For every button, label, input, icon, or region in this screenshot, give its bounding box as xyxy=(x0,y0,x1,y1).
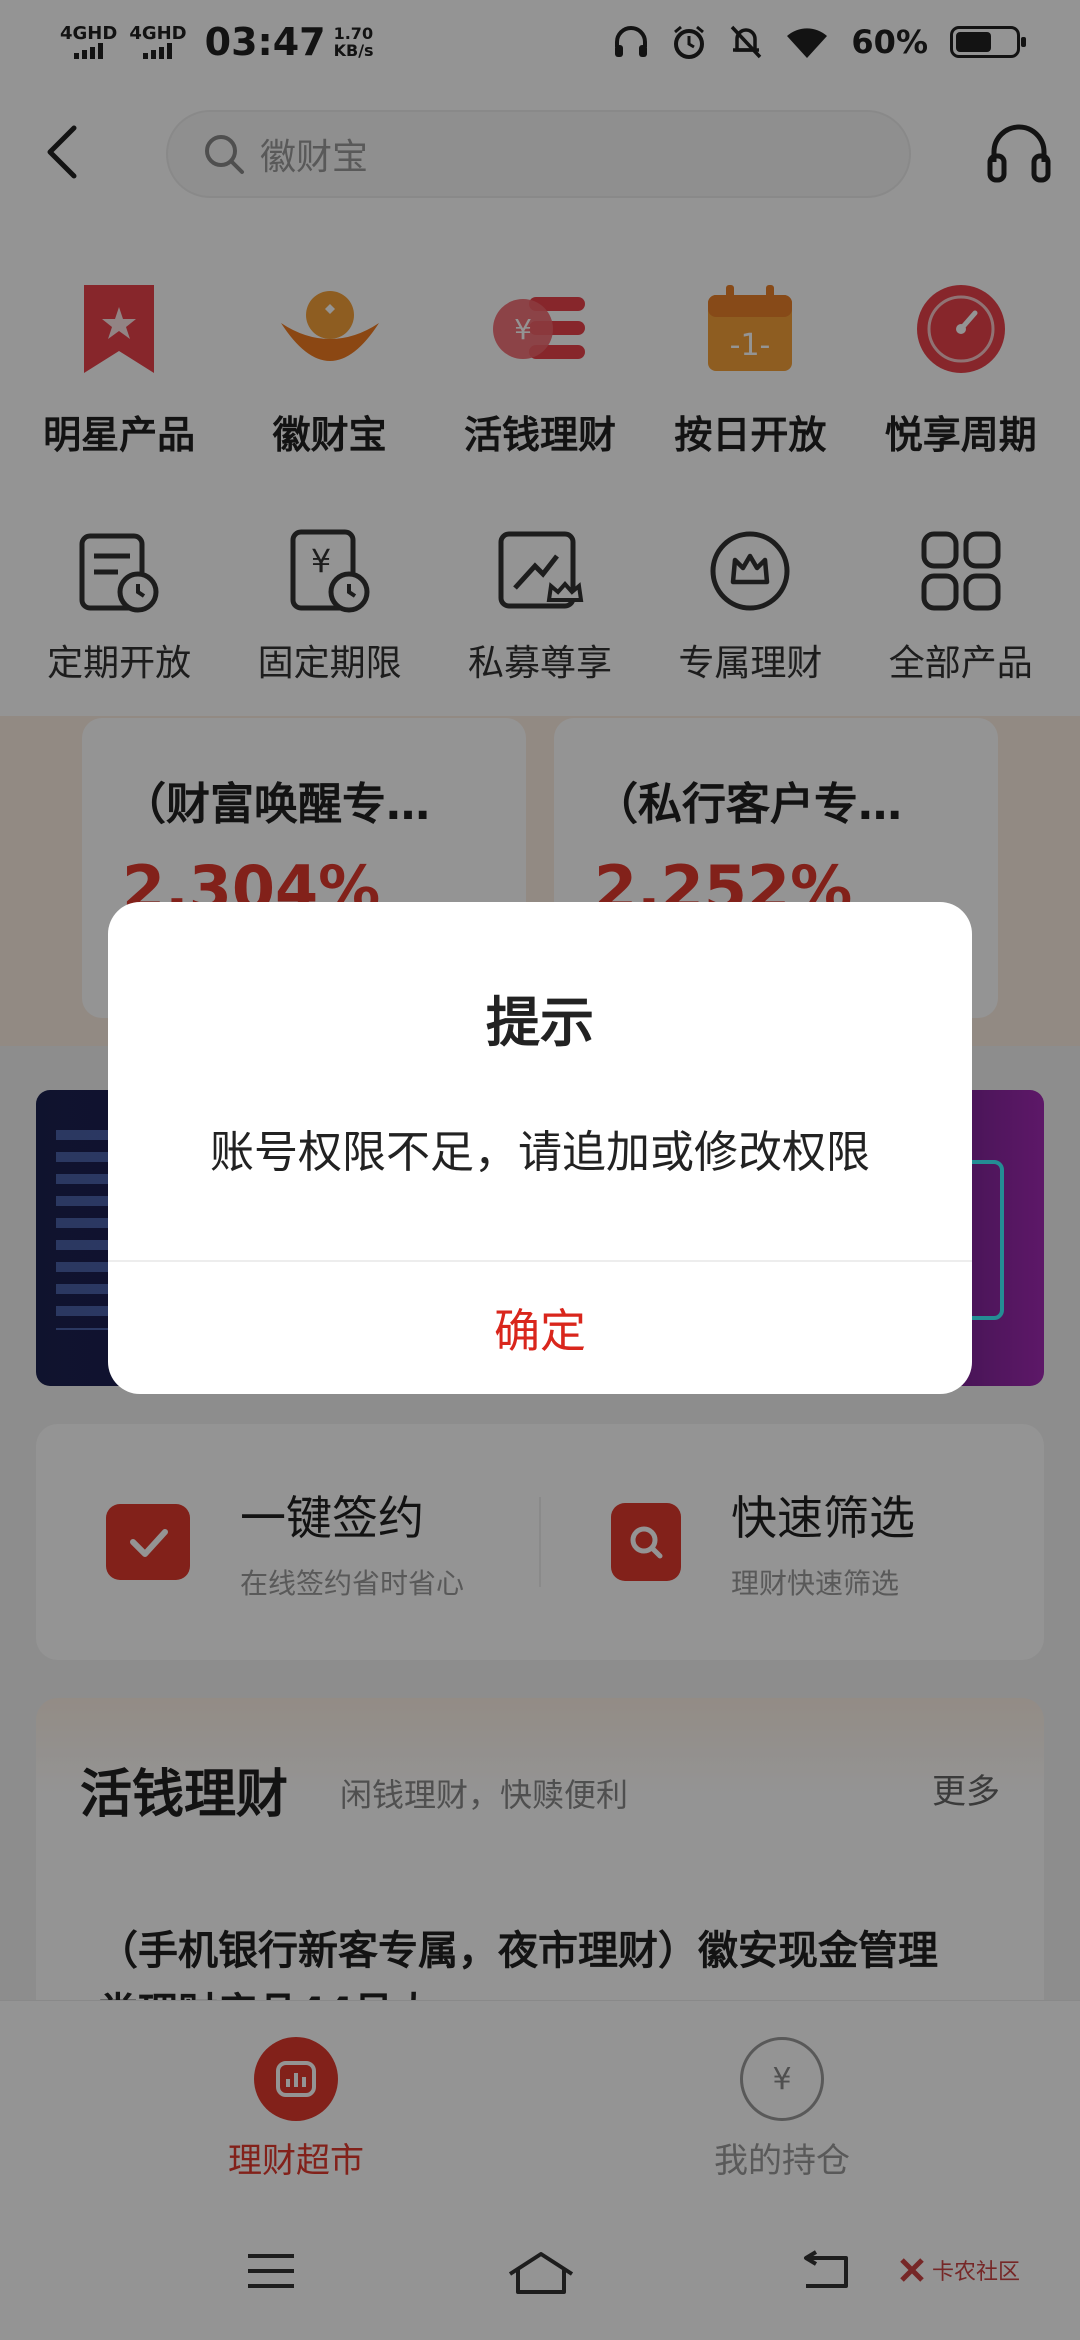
confirm-button[interactable]: 确定 xyxy=(108,1262,972,1394)
dialog-message: 账号权限不足，请追加或修改权限 xyxy=(210,1127,870,1178)
alert-dialog: 提示 账号权限不足，请追加或修改权限 确定 xyxy=(108,902,972,1394)
dialog-title: 提示 xyxy=(486,991,594,1054)
